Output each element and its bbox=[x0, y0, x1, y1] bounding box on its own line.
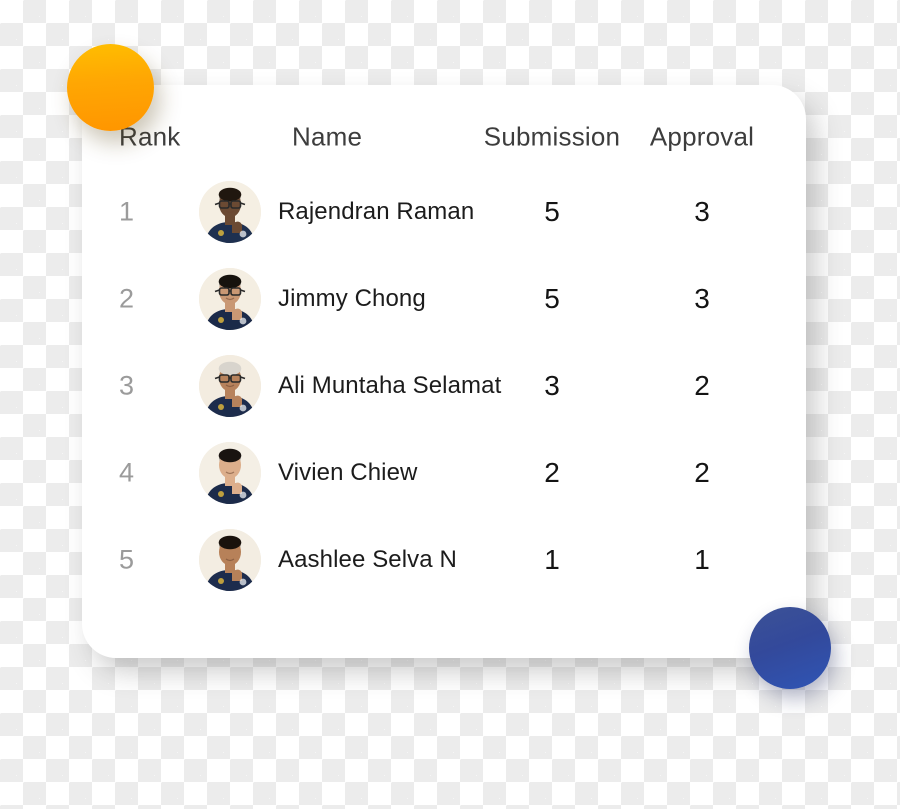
cell-approval: 2 bbox=[694, 370, 710, 401]
blue-decorative-circle bbox=[749, 607, 831, 689]
cell-approval: 3 bbox=[694, 196, 710, 227]
avatar-jimmy-chong bbox=[199, 268, 261, 330]
cell-approval: 2 bbox=[694, 457, 710, 488]
avatar-aashlee-selva-n bbox=[199, 529, 261, 591]
screenshot-stage: Rank Name Submission Approval 1 Rajendra… bbox=[0, 0, 900, 809]
orange-decorative-circle bbox=[67, 44, 154, 131]
table-row[interactable]: 2 Jimmy Chong 5 3 bbox=[82, 256, 806, 343]
avatar-vivien-chiew bbox=[199, 442, 261, 504]
table-row[interactable]: 4 Vivien Chiew 2 2 bbox=[82, 430, 806, 517]
cell-name: Vivien Chiew bbox=[278, 459, 418, 486]
cell-rank: 2 bbox=[119, 283, 135, 314]
cell-approval: 1 bbox=[694, 544, 710, 575]
cell-rank: 1 bbox=[119, 196, 135, 227]
table-header-row: Rank Name Submission Approval bbox=[82, 85, 806, 169]
cell-name: Aashlee Selva N bbox=[278, 546, 457, 573]
table-row[interactable]: 3 Ali Muntaha Selamat 3 2 bbox=[82, 343, 806, 430]
avatar-rajendran-raman bbox=[199, 181, 261, 243]
table-row[interactable]: 5 Aashlee Selva N11 bbox=[82, 517, 806, 604]
table-row[interactable]: 1 Rajendran Raman 5 3 bbox=[82, 169, 806, 256]
column-header-name: Name bbox=[292, 121, 363, 152]
avatar-ali-muntaha-selamat bbox=[199, 355, 261, 417]
cell-name: Rajendran Raman bbox=[278, 198, 475, 225]
cell-rank: 5 bbox=[119, 544, 135, 575]
cell-approval: 3 bbox=[694, 283, 710, 314]
cell-rank: 4 bbox=[119, 457, 135, 488]
leaderboard-table: Rank Name Submission Approval 1 Rajendra… bbox=[82, 85, 806, 658]
cell-name: Jimmy Chong bbox=[278, 285, 426, 312]
leaderboard-card: Rank Name Submission Approval 1 Rajendra… bbox=[82, 85, 806, 658]
column-header-approval: Approval bbox=[649, 121, 755, 152]
cell-rank: 3 bbox=[119, 370, 135, 401]
